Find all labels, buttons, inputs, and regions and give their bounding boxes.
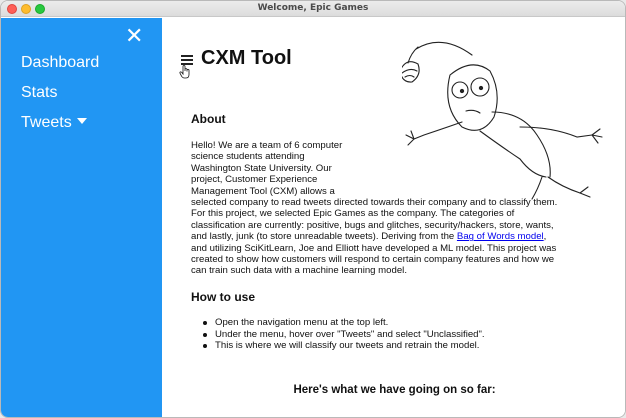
- progress-heading: Here's what we have going on so far:: [293, 384, 496, 396]
- about-line: created to show how customers will respo…: [191, 254, 555, 266]
- sidebar-nav: ✕ Dashboard Stats Tweets: [1, 18, 162, 417]
- list-item: This is where we will classify our tweet…: [203, 340, 485, 352]
- about-line: selected company to read tweets directed…: [191, 197, 558, 209]
- sidebar-item-label: Stats: [21, 84, 58, 101]
- about-line: classification are currently: positive, …: [191, 219, 554, 231]
- page-title: CXM Tool: [201, 47, 292, 69]
- main-content: CXM Tool About Hello! We are a team of 6…: [162, 18, 625, 417]
- list-item: Open the navigation menu at the top left…: [203, 317, 485, 329]
- about-line: For this project, we selected Epic Games…: [191, 208, 515, 220]
- about-line: science students attending: [191, 151, 305, 163]
- list-item: Under the menu, hover over "Tweets" and …: [203, 329, 485, 341]
- about-line: can train such data with a machine learn…: [191, 265, 407, 277]
- bag-of-words-link[interactable]: Bag of Words model: [457, 231, 544, 242]
- mouse-pointer-icon: [179, 65, 190, 79]
- about-line: and utilizing SciKitLearn, Joe and Ellio…: [191, 242, 557, 254]
- about-heading: About: [191, 112, 226, 126]
- sidebar-item-stats[interactable]: Stats: [21, 84, 57, 102]
- about-line: Hello! We are a team of 6 computer: [191, 140, 343, 151]
- window-title: Welcome, Epic Games: [257, 3, 369, 13]
- howto-list: Open the navigation menu at the top left…: [203, 317, 485, 352]
- caret-down-icon: [76, 118, 87, 124]
- about-line: Management Tool (CXM) allows a: [191, 185, 335, 197]
- about-line: project, Customer Experience: [191, 174, 318, 186]
- howto-heading: How to use: [191, 290, 256, 304]
- about-line-suffix: ,: [543, 231, 547, 243]
- about-paragraph: Hello! We are a team of 6 computer scien…: [191, 140, 557, 277]
- title-bar: Welcome, Epic Games: [1, 1, 625, 17]
- app-window: Welcome, Epic Games ✕ Dashboard Stats Tw…: [0, 0, 626, 418]
- close-icon[interactable]: ✕: [125, 26, 143, 48]
- sidebar-item-label: Tweets: [21, 114, 72, 131]
- about-line: Washington State University. Our: [191, 162, 332, 174]
- sidebar-item-tweets[interactable]: Tweets: [21, 114, 87, 132]
- about-line: and lastly, junk (to store unreadable tw…: [191, 231, 457, 243]
- sidebar-item-dashboard[interactable]: Dashboard: [21, 54, 99, 72]
- sidebar-item-label: Dashboard: [21, 54, 100, 71]
- about-line-with-link: and lastly, junk (to store unreadable tw…: [191, 231, 557, 242]
